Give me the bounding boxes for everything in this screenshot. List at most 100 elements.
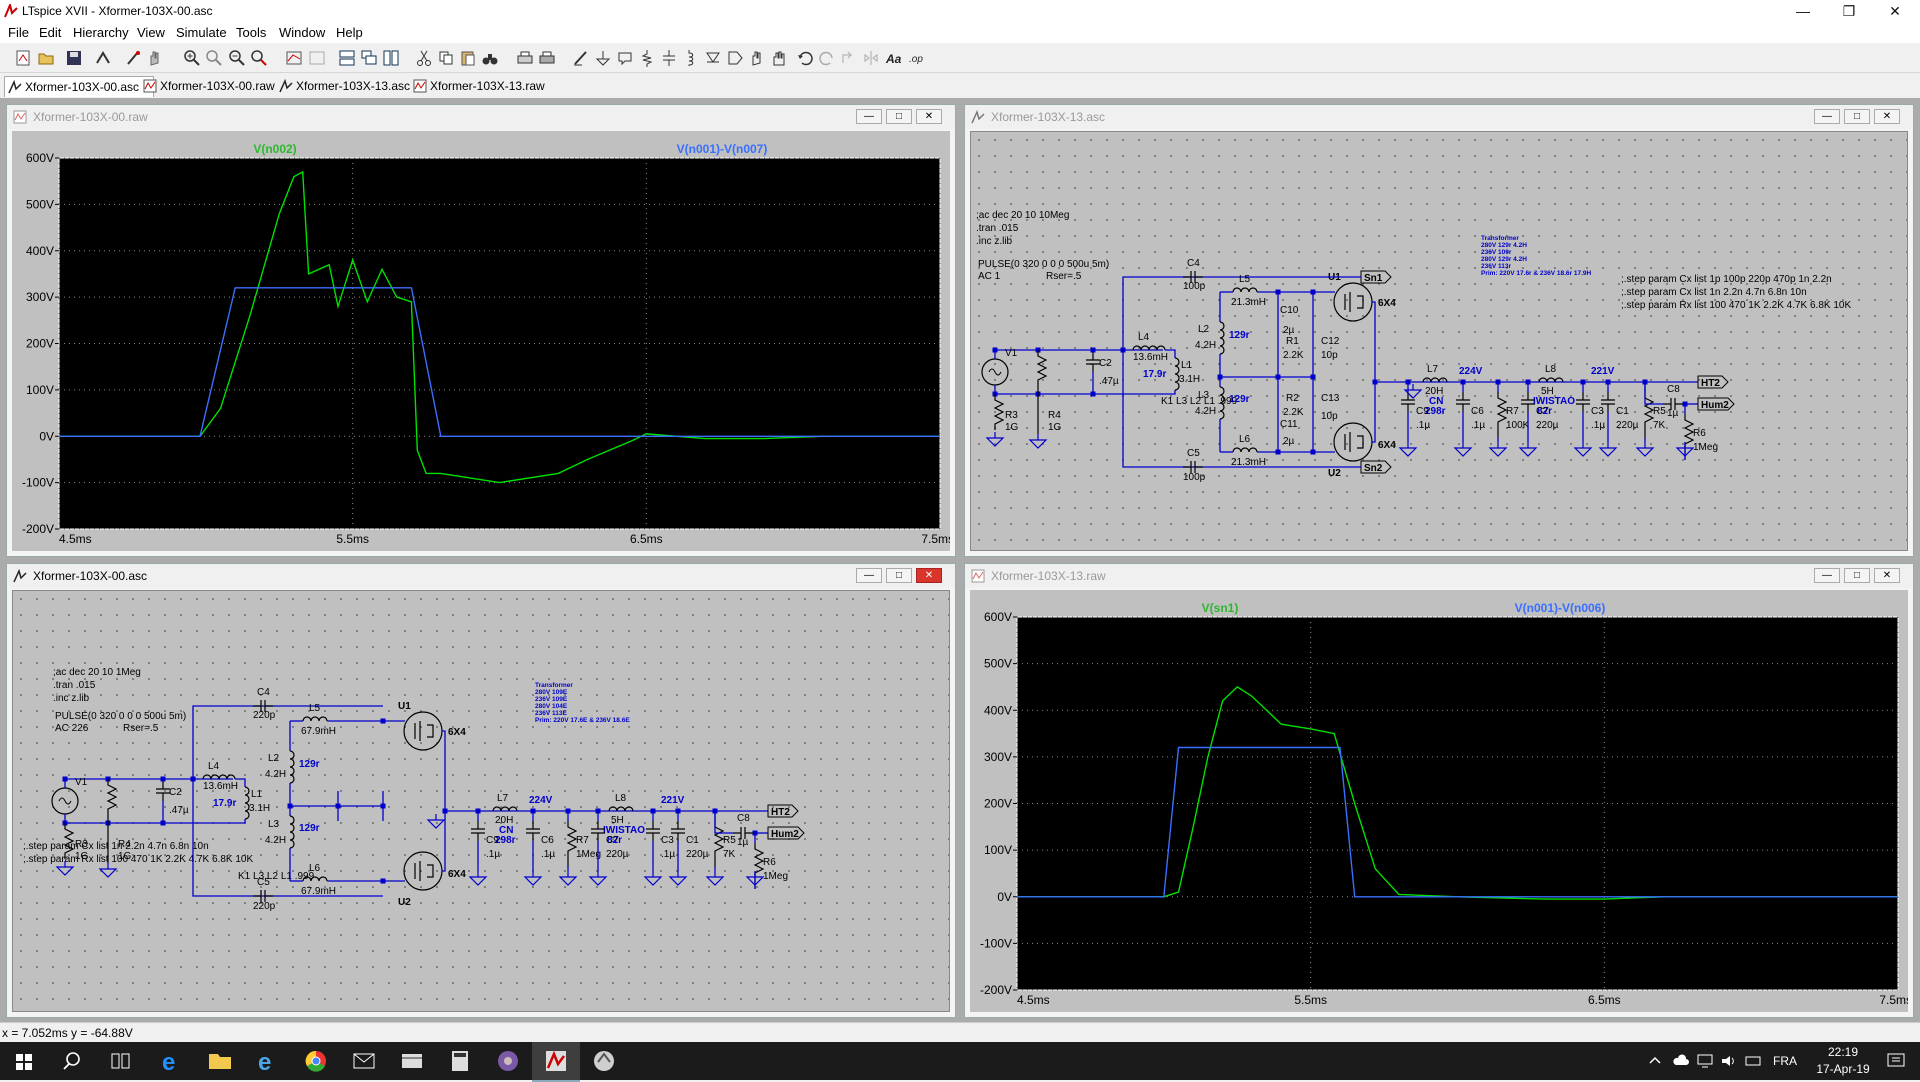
menu-file[interactable]: File <box>8 25 29 40</box>
tile-horizontal-icon[interactable] <box>338 49 356 67</box>
resistor-icon[interactable] <box>638 49 656 67</box>
window-close-button[interactable]: ✕ <box>916 109 942 124</box>
minimize-button[interactable]: — <box>1780 0 1826 22</box>
zoom-in-icon[interactable] <box>183 49 201 67</box>
close-button[interactable]: ✕ <box>1872 0 1918 22</box>
inductor-icon[interactable] <box>682 49 700 67</box>
action-center-icon[interactable] <box>1886 1052 1906 1070</box>
window-minimize-button[interactable]: — <box>856 109 882 124</box>
tab-xformer-13-raw[interactable]: Xformer-103X-13.raw <box>410 76 560 96</box>
draw-wire-icon[interactable] <box>572 49 590 67</box>
window-maximize-button[interactable]: □ <box>1844 568 1870 583</box>
menu-hierarchy[interactable]: Hierarchy <box>73 25 129 40</box>
capacitor-icon[interactable] <box>660 49 678 67</box>
paste-icon[interactable] <box>459 49 477 67</box>
video-editor-icon[interactable] <box>388 1042 436 1080</box>
tab-xformer-00-asc[interactable]: Xformer-103X-00.asc <box>4 76 154 97</box>
waveform-window-00[interactable]: Xformer-103X-00.raw — □ ✕ 600V 500V 400V 30… <box>6 104 956 557</box>
network-icon[interactable] <box>1696 1053 1714 1069</box>
plot-pane[interactable]: 600V 500V 400V 300V 200V 100V 0V -100V -200V 4.5m… <box>12 131 950 551</box>
tab-xformer-13-asc[interactable]: Xformer-103X-13.asc <box>276 76 424 96</box>
waveform-plot-00[interactable]: 600V 500V 400V 300V 200V 100V 0V -100V -200V 4.5m… <box>12 131 950 552</box>
autorange-icon[interactable] <box>285 49 303 67</box>
schematic-canvas[interactable]: ;ac dec 20 10 10Meg .tran .015 .inc z.lib P… <box>970 131 1908 551</box>
window-maximize-button[interactable]: □ <box>886 109 912 124</box>
tile-vertical-icon[interactable] <box>382 49 400 67</box>
menu-tools[interactable]: Tools <box>236 25 266 40</box>
restore-button[interactable]: ❐ <box>1826 0 1872 22</box>
waveform-plot-13[interactable]: 600V 500V 400V 300V 200V 100V 0V -100V -200V 4.5m… <box>970 590 1908 1013</box>
copy-icon[interactable] <box>437 49 455 67</box>
clock-date[interactable]: 17-Apr-19 <box>1812 1062 1874 1076</box>
window-caption[interactable]: Xformer-103X-13.asc — □ ✕ <box>965 105 1913 129</box>
windows-start-icon[interactable] <box>0 1042 48 1080</box>
zoom-fit-icon[interactable] <box>250 49 268 67</box>
window-caption[interactable]: Xformer-103X-13.raw — □ ✕ <box>965 564 1913 588</box>
window-close-button[interactable]: ✕ <box>916 568 942 583</box>
cascade-icon[interactable] <box>360 49 378 67</box>
window-caption[interactable]: Xformer-103X-00.asc — □ ✕ <box>7 564 955 588</box>
keyboard-icon[interactable] <box>1744 1053 1762 1069</box>
onedrive-cloud-icon[interactable] <box>1672 1053 1690 1069</box>
save-icon[interactable] <box>65 49 83 67</box>
window-close-button[interactable]: ✕ <box>1874 109 1900 124</box>
internet-explorer-icon[interactable]: e <box>244 1042 292 1080</box>
menu-help[interactable]: Help <box>336 25 363 40</box>
redo-icon[interactable] <box>818 49 836 67</box>
language-indicator[interactable]: FRA <box>1773 1054 1797 1068</box>
rotate-icon[interactable] <box>840 49 858 67</box>
media-player-icon[interactable] <box>484 1042 532 1080</box>
undo-icon[interactable] <box>796 49 814 67</box>
schematic-window-13[interactable]: Xformer-103X-13.asc — □ ✕ ;ac dec 20 10 … <box>964 104 1914 557</box>
window-close-button[interactable]: ✕ <box>1874 568 1900 583</box>
menu-edit[interactable]: Edit <box>39 25 61 40</box>
pan-icon[interactable] <box>205 49 223 67</box>
edge-browser-icon[interactable]: e <box>148 1042 196 1080</box>
autorange-disabled-icon[interactable] <box>308 49 326 67</box>
menu-simulate[interactable]: Simulate <box>176 25 227 40</box>
text-icon[interactable]: Aa <box>884 49 902 67</box>
print-setup-icon[interactable] <box>516 49 534 67</box>
file-explorer-icon[interactable] <box>196 1042 244 1080</box>
waveform-window-13[interactable]: Xformer-103X-13.raw — □ ✕ 600V 500V 400V 30… <box>964 563 1914 1018</box>
label-net-icon[interactable] <box>616 49 634 67</box>
clock-time[interactable]: 22:19 <box>1818 1045 1868 1059</box>
schematic-canvas[interactable]: ;ac dec 20 10 1Meg .tran .015 .inc z.lib PU… <box>12 590 950 1012</box>
find-binoculars-icon[interactable] <box>481 49 499 67</box>
cut-icon[interactable] <box>415 49 433 67</box>
task-view-icon[interactable] <box>96 1042 144 1080</box>
ground-icon[interactable] <box>594 49 612 67</box>
calculator-icon[interactable] <box>436 1042 484 1080</box>
component-icon[interactable] <box>726 49 744 67</box>
window-minimize-button[interactable]: — <box>1814 109 1840 124</box>
show-hidden-icons-icon[interactable] <box>1648 1054 1662 1068</box>
window-caption[interactable]: Xformer-103X-00.raw — □ ✕ <box>7 105 955 129</box>
new-schematic-icon[interactable] <box>14 49 32 67</box>
run-icon[interactable] <box>124 49 142 67</box>
diode-icon[interactable] <box>704 49 722 67</box>
halt-hand-icon[interactable] <box>146 49 164 67</box>
zoom-out-icon[interactable] <box>228 49 246 67</box>
app-icon[interactable] <box>580 1042 628 1080</box>
window-maximize-button[interactable]: □ <box>1844 109 1870 124</box>
spice-directive-icon[interactable]: .op <box>908 49 926 67</box>
open-folder-icon[interactable] <box>37 49 55 67</box>
volume-icon[interactable] <box>1720 1053 1738 1069</box>
drag-hand-icon[interactable] <box>770 49 788 67</box>
mirror-icon[interactable] <box>862 49 880 67</box>
window-minimize-button[interactable]: — <box>1814 568 1840 583</box>
move-hand-icon[interactable] <box>748 49 766 67</box>
menu-window[interactable]: Window <box>279 25 325 40</box>
chrome-browser-icon[interactable] <box>292 1042 340 1080</box>
mail-icon[interactable] <box>340 1042 388 1080</box>
ltspice-taskbar-icon[interactable] <box>532 1042 580 1082</box>
schematic-window-00[interactable]: Xformer-103X-00.asc — □ ✕ ;ac dec 20 10 … <box>6 563 956 1018</box>
menu-view[interactable]: View <box>137 25 165 40</box>
window-maximize-button[interactable]: □ <box>886 568 912 583</box>
control-panel-icon[interactable] <box>94 49 112 67</box>
window-minimize-button[interactable]: — <box>856 568 882 583</box>
print-icon[interactable] <box>538 49 556 67</box>
plot-pane[interactable]: 600V 500V 400V 300V 200V 100V 0V -100V -200V 4.5m… <box>970 590 1908 1012</box>
schematic-drawing-13[interactable]: ;ac dec 20 10 10Meg .tran .015 .inc z.lib P… <box>971 132 1909 553</box>
tab-xformer-00-raw[interactable]: Xformer-103X-00.raw <box>140 76 290 96</box>
